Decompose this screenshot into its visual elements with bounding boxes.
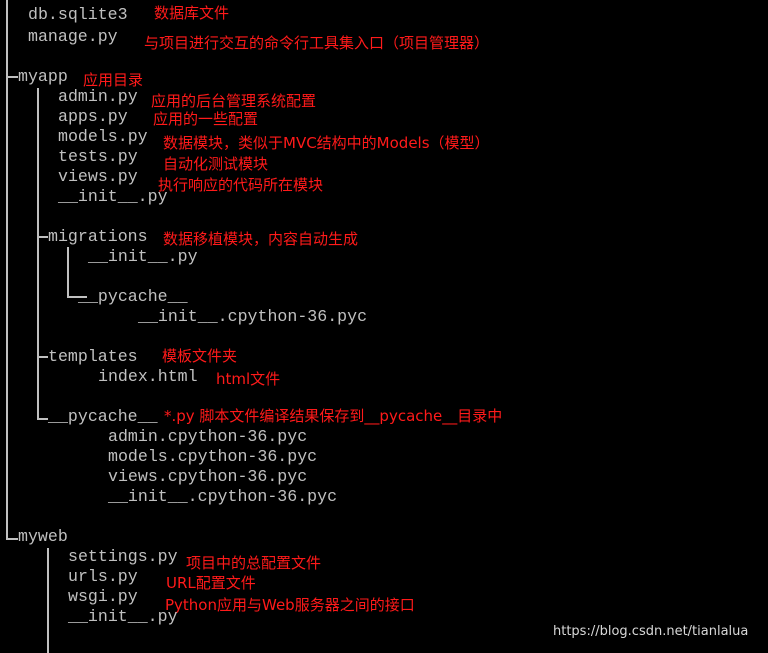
file-settings: settings.py: [68, 547, 178, 566]
file-migrations-init: __init__.py: [88, 247, 198, 266]
annotation-db: 数据库文件: [154, 4, 230, 22]
folder-migrations-pycache: __pycache__: [78, 287, 188, 306]
watermark: https://blog.csdn.net/tianlalua: [553, 624, 749, 639]
file-wsgi: wsgi.py: [68, 587, 138, 606]
file-pyc-init: __init__.cpython-36.pyc: [108, 487, 338, 506]
file-pyc-views: views.cpython-36.pyc: [108, 467, 308, 486]
annotation-apps: 应用的一些配置: [153, 110, 259, 128]
tree-branch-myweb: [6, 538, 18, 540]
annotation-tests: 自动化测试模块: [163, 155, 269, 173]
folder-templates: templates: [48, 347, 138, 366]
folder-migrations: migrations: [48, 227, 148, 246]
file-myweb-init: __init__.py: [68, 607, 178, 626]
tree-line-root: [6, 0, 8, 540]
file-admin: admin.py: [58, 87, 138, 106]
annotation-migrations: 数据移植模块，内容自动生成: [163, 230, 359, 248]
tree-branch-pycache: [37, 418, 48, 420]
tree-line-myapp: [37, 88, 39, 419]
file-views: views.py: [58, 167, 138, 186]
tree-branch-migrations: [37, 236, 48, 238]
file-urls: urls.py: [68, 567, 138, 586]
annotation-models: 数据模块，类似于MVC结构中的Models（模型）: [163, 134, 490, 152]
file-init: __init__.py: [58, 187, 168, 206]
tree-branch-templates: [37, 356, 48, 358]
file-models: models.py: [58, 127, 148, 146]
tree-line-migrations: [67, 247, 69, 297]
annotation-templates: 模板文件夹: [162, 347, 238, 365]
annotation-wsgi: Python应用与Web服务器之间的接口: [165, 596, 415, 614]
folder-myweb: myweb: [18, 527, 68, 546]
file-db-sqlite3: db.sqlite3: [28, 5, 128, 24]
annotation-manage: 与项目进行交互的命令行工具集入口（项目管理器）: [144, 34, 490, 52]
annotation-settings: 项目中的总配置文件: [186, 554, 322, 572]
annotation-urls: URL配置文件: [166, 574, 256, 592]
file-index-html: index.html: [98, 367, 198, 386]
annotation-views: 执行响应的代码所在模块: [158, 176, 324, 194]
file-tests: tests.py: [58, 147, 138, 166]
folder-pycache: __pycache__: [48, 407, 158, 426]
file-pyc-models: models.cpython-36.pyc: [108, 447, 318, 466]
folder-myapp: myapp: [18, 67, 68, 86]
annotation-pycache: *.py 脚本文件编译结果保存到__pycache__目录中: [164, 407, 503, 425]
tree-line-myweb: [47, 548, 49, 653]
file-pyc-admin: admin.cpython-36.pyc: [108, 427, 308, 446]
annotation-admin: 应用的后台管理系统配置: [151, 92, 317, 110]
annotation-index: html文件: [216, 370, 281, 388]
tree-branch-myapp: [6, 76, 18, 78]
file-migrations-pycache-init: __init__.cpython-36.pyc: [138, 307, 368, 326]
file-apps: apps.py: [58, 107, 128, 126]
file-manage: manage.py: [28, 27, 118, 46]
